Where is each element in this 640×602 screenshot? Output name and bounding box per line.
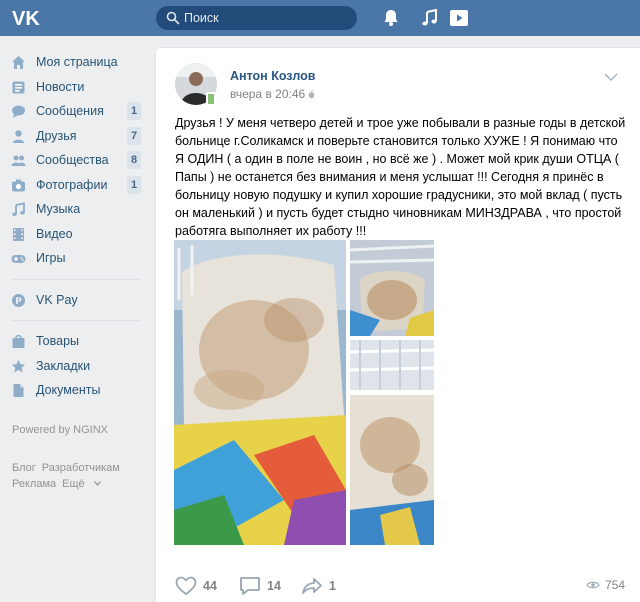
footer-link-more[interactable]: Ещё — [62, 478, 101, 490]
sidebar-item-label: Документы — [36, 383, 101, 397]
post-photo-pillow-closeup[interactable] — [350, 395, 434, 545]
wall-post: Антон Козлов вчера в 20:46 Друзья ! У ме… — [156, 48, 640, 602]
document-icon — [13, 384, 24, 397]
music-note-icon[interactable] — [420, 8, 440, 28]
search-box[interactable] — [156, 6, 357, 30]
online-mobile-indicator — [206, 92, 216, 106]
footer-link-blog[interactable]: Блог — [12, 462, 36, 474]
sidebar-item-label: Сообщества — [36, 153, 109, 167]
sidebar-item-label: Закладки — [36, 358, 91, 373]
communities-badge: 8 — [127, 151, 141, 169]
share-arrow-icon — [302, 578, 322, 594]
views-count: 754 — [604, 578, 625, 592]
sidebar-divider — [12, 278, 140, 280]
like-count: 44 — [203, 579, 217, 593]
sidebar-item-messages[interactable]: Сообщения 1 — [0, 99, 150, 124]
camera-icon — [12, 179, 25, 191]
sidebar-item-news[interactable]: Новости — [0, 75, 150, 100]
sidebar-item-label: Новости — [36, 79, 85, 94]
sidebar-item-documents[interactable]: Документы — [0, 378, 150, 403]
post-photo-pillow[interactable] — [174, 240, 346, 545]
sidebar-item-label: Видео — [36, 226, 73, 241]
gamepad-icon — [11, 255, 26, 263]
notifications-bell-icon[interactable] — [381, 8, 401, 28]
footer-link-developers[interactable]: Разработчикам — [42, 462, 120, 474]
post-date-text: вчера в 20:46 — [230, 87, 306, 101]
sidebar-item-games[interactable]: Игры — [0, 246, 150, 271]
comment-count: 14 — [267, 579, 281, 593]
footer-links: Блог Разработчикам Реклама Ещё — [12, 460, 142, 492]
chat-bubble-icon — [12, 105, 25, 118]
sidebar-item-label: Музыка — [36, 202, 81, 216]
post-photo-bed[interactable] — [350, 240, 434, 336]
film-icon — [13, 227, 24, 241]
sidebar-divider — [12, 320, 140, 321]
heart-icon — [175, 576, 197, 596]
sidebar-item-my-page[interactable]: Моя страница — [0, 50, 150, 75]
share-button[interactable]: 1 — [301, 575, 336, 597]
sidebar-item-video[interactable]: Видео — [0, 222, 150, 247]
post-photo-rail[interactable] — [350, 340, 434, 390]
music-note-icon — [12, 202, 25, 216]
sidebar-item-vk-pay[interactable]: P VK Pay — [0, 288, 150, 313]
unread-badge: 1 — [127, 102, 141, 120]
post-date[interactable]: вчера в 20:46 — [230, 87, 315, 101]
comment-bubble-icon — [240, 577, 260, 595]
sidebar-item-music[interactable]: Музыка — [0, 197, 150, 222]
search-input[interactable] — [184, 6, 349, 30]
sidebar-item-label: VK Pay — [36, 292, 78, 307]
photos-badge: 1 — [127, 175, 141, 194]
powered-by-text: Powered by NGINX — [12, 424, 108, 436]
people-icon — [11, 155, 26, 166]
post-actions-bar: 44 14 1 754 — [175, 575, 627, 597]
eye-icon — [586, 581, 600, 589]
vk-logo[interactable]: VK — [12, 7, 42, 29]
person-icon — [13, 129, 24, 143]
sidebar-item-label: Фотографии — [36, 177, 108, 192]
like-button[interactable]: 44 — [175, 575, 217, 597]
sidebar-item-photos[interactable]: Фотографии 1 — [0, 173, 150, 198]
chevron-down-icon[interactable] — [604, 72, 618, 82]
top-bar: VK — [0, 0, 640, 36]
requests-badge: 7 — [127, 126, 141, 145]
sidebar-item-label: Товары — [36, 334, 79, 348]
comment-button[interactable]: 14 — [239, 575, 281, 597]
post-author-name[interactable]: Антон Козлов — [230, 69, 315, 83]
search-icon — [166, 11, 180, 25]
views-counter: 754 — [586, 578, 625, 592]
sidebar-item-bookmarks[interactable]: Закладки — [0, 354, 150, 379]
svg-text:P: P — [16, 296, 22, 306]
star-icon — [11, 359, 26, 372]
svg-text:VK: VK — [12, 8, 40, 29]
house-icon — [12, 56, 25, 69]
sidebar-item-label: Моя страница — [36, 55, 118, 69]
share-count: 1 — [329, 579, 336, 593]
news-icon — [12, 81, 25, 93]
left-sidebar: Моя страница Новости Сообщения 1 Друзья … — [0, 50, 150, 403]
chevron-down-icon — [93, 481, 101, 486]
apple-device-icon — [308, 90, 315, 99]
sidebar-item-label: Друзья — [36, 128, 77, 143]
sidebar-item-friends[interactable]: Друзья 7 — [0, 124, 150, 149]
sidebar-item-label: Сообщения — [36, 104, 104, 118]
footer-link-ads[interactable]: Реклама — [12, 478, 56, 490]
sidebar-item-communities[interactable]: Сообщества 8 — [0, 148, 150, 173]
sidebar-item-goods[interactable]: Товары — [0, 329, 150, 354]
coin-p-icon: P — [12, 293, 25, 307]
post-text: Друзья ! У меня четверо детей и трое уже… — [175, 116, 626, 238]
sidebar-item-label: Игры — [36, 251, 66, 265]
shopping-bag-icon — [12, 334, 25, 348]
video-play-icon[interactable] — [449, 8, 469, 28]
